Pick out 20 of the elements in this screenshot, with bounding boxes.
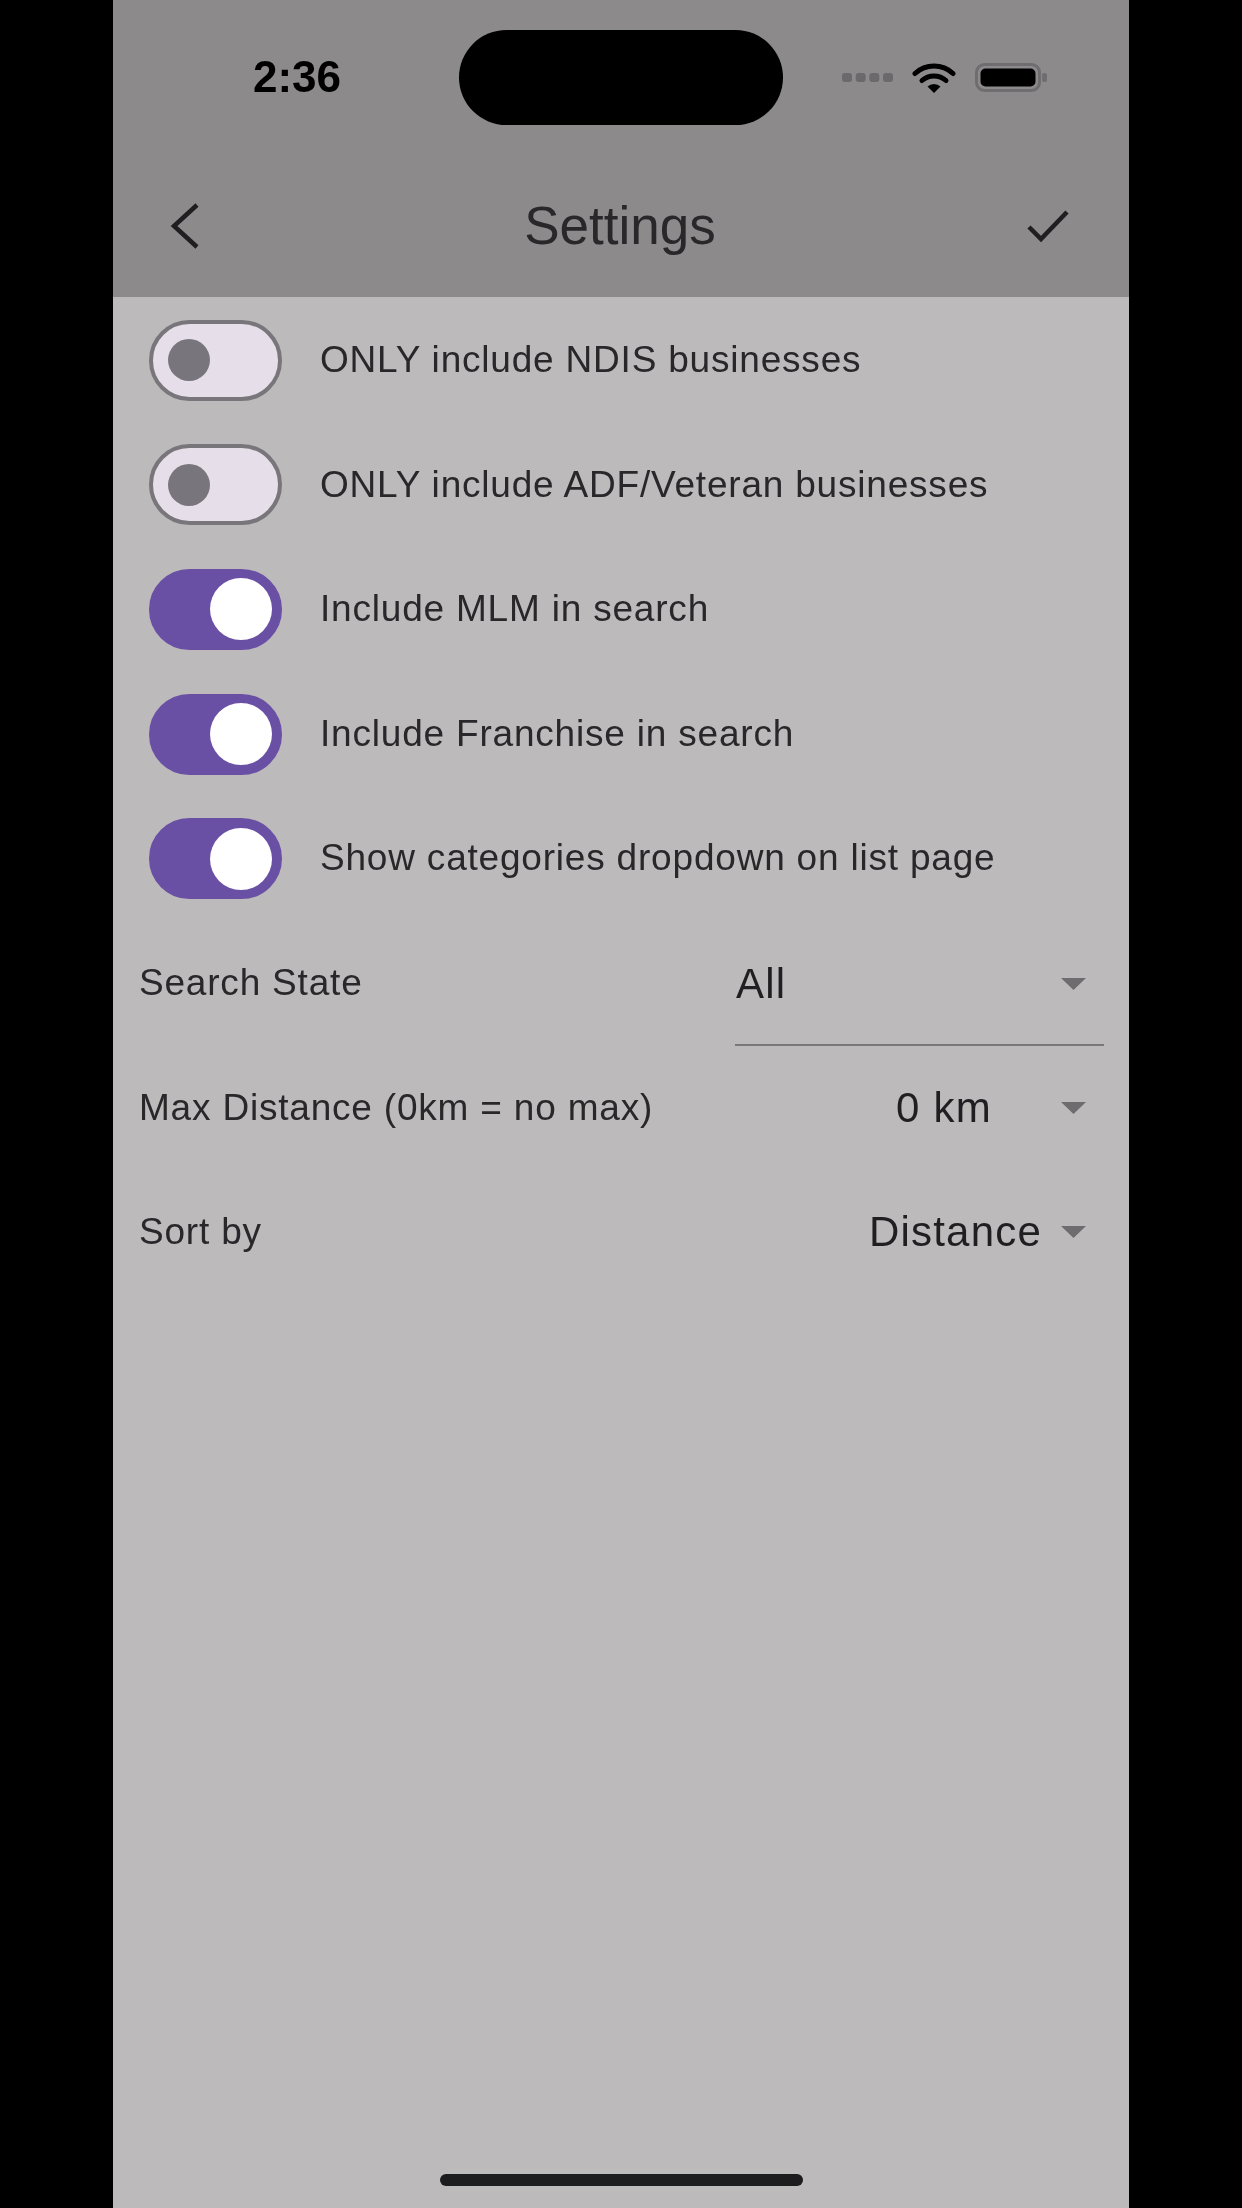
toggle-label: ONLY include NDIS businesses bbox=[320, 338, 862, 383]
toggle-label: Show categories dropdown on list page bbox=[320, 836, 996, 881]
status-time: 2:36 bbox=[252, 55, 342, 99]
wifi-icon bbox=[912, 61, 956, 93]
caret-icon bbox=[1061, 1101, 1086, 1114]
toggle-label: Include MLM in search bbox=[320, 587, 710, 632]
signal-dots-icon bbox=[842, 72, 893, 82]
dropdown-button[interactable]: 0 km bbox=[896, 1082, 1086, 1134]
dropdown-label: Max Distance (0km = no max) bbox=[139, 1085, 655, 1130]
dropdown-label: Search State bbox=[139, 961, 364, 1006]
chevron-left-icon bbox=[170, 201, 200, 250]
checkmark-icon bbox=[1026, 208, 1070, 243]
dropdown-button[interactable]: Distance bbox=[869, 1207, 1086, 1258]
dropdown-field[interactable]: All bbox=[735, 920, 1104, 1046]
dropdown-label: Sort by bbox=[139, 1210, 263, 1255]
caret-icon bbox=[1061, 978, 1086, 991]
toggle-label: ONLY include ADF/Veteran businesses bbox=[320, 462, 989, 507]
toggle-label: Include Franchise in search bbox=[320, 711, 795, 756]
caret-icon bbox=[1061, 1226, 1086, 1239]
battery-icon bbox=[975, 62, 1047, 92]
